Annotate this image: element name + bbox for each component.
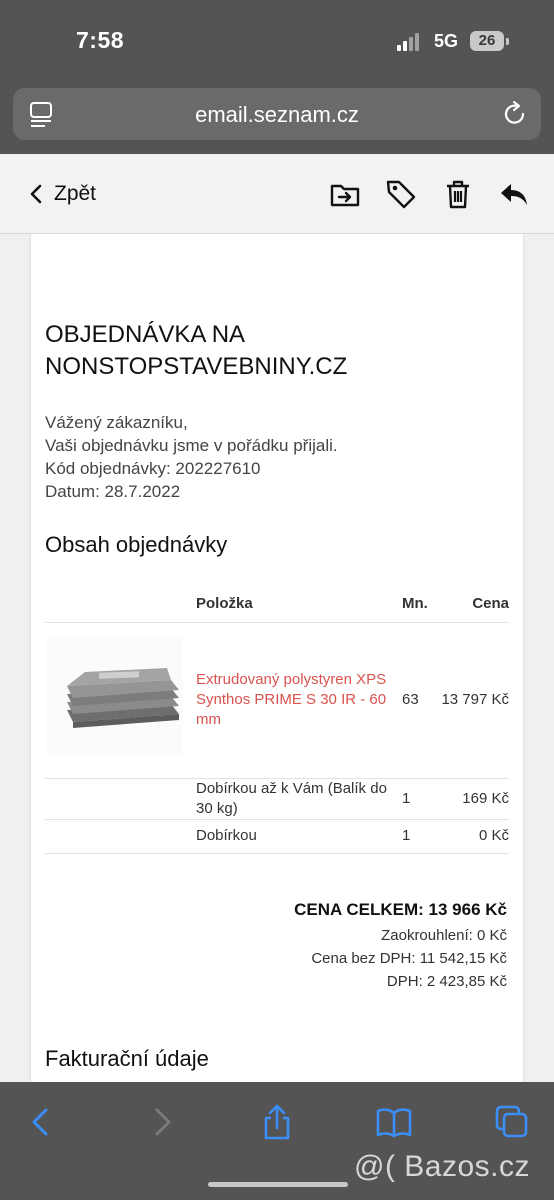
address-bar[interactable]: email.seznam.cz bbox=[13, 88, 541, 140]
column-header-price: Cena bbox=[472, 595, 509, 612]
section-title-order: Obsah objednávky bbox=[45, 532, 228, 557]
divider bbox=[45, 819, 509, 820]
confirmation-message: Vaši objednávku jsme v pořádku přijali. bbox=[45, 436, 338, 455]
row-price: 0 Kč bbox=[478, 827, 509, 844]
divider bbox=[45, 622, 509, 623]
column-header-item: Položka bbox=[196, 595, 253, 612]
section-title-billing: Fakturační údaje bbox=[45, 1046, 209, 1071]
network-type: 5G bbox=[434, 31, 459, 51]
chevron-left-icon bbox=[30, 184, 42, 204]
watermark: @( Bazos.cz bbox=[354, 1150, 530, 1183]
bookmarks-icon[interactable] bbox=[376, 1104, 412, 1140]
order-total: CENA CELKEM: 13 966 Kč bbox=[294, 900, 507, 919]
reload-icon[interactable] bbox=[502, 100, 528, 128]
status-time: 7:58 bbox=[76, 27, 125, 53]
battery-icon: 26 bbox=[470, 31, 504, 51]
row-item: Dobírkou až k Vám (Balík do 30 kg) bbox=[196, 780, 387, 817]
status-bar: 7:58 5G 26 bbox=[0, 0, 554, 84]
battery-cap bbox=[506, 38, 509, 45]
back-button[interactable]: Zpět bbox=[30, 180, 96, 208]
reply-icon[interactable] bbox=[498, 178, 530, 210]
row-qty: 63 bbox=[402, 691, 419, 708]
url-text[interactable]: email.seznam.cz bbox=[13, 102, 541, 128]
back-label: Zpět bbox=[54, 182, 97, 205]
forward-arrow-icon[interactable] bbox=[143, 1104, 179, 1140]
rounding: Zaokrouhlení: 0 Kč bbox=[381, 927, 507, 944]
order-code: Kód objednávky: 202227610 bbox=[45, 459, 261, 478]
email-title: OBJEDNÁVKA NA NONSTOPSTAVEBNINY.CZ bbox=[45, 321, 348, 380]
tabs-icon[interactable] bbox=[494, 1104, 530, 1140]
order-date: Datum: 28.7.2022 bbox=[45, 482, 181, 501]
back-arrow-icon[interactable] bbox=[24, 1104, 60, 1140]
vat-amount: DPH: 2 423,85 Kč bbox=[386, 973, 507, 990]
signal-icon bbox=[397, 33, 425, 51]
greeting-block: Vážený zákazníku, Vaši objednávku jsme v… bbox=[45, 411, 338, 503]
divider bbox=[45, 853, 509, 854]
row-price: 13 797 Kč bbox=[441, 691, 509, 708]
price-without-vat: Cena bez DPH: 11 542,15 Kč bbox=[311, 950, 507, 967]
move-to-folder-icon[interactable] bbox=[329, 178, 361, 210]
product-link[interactable]: Extrudovaný polystyren XPS Synthos PRIME… bbox=[196, 670, 401, 730]
mail-toolbar: Zpět bbox=[0, 154, 554, 234]
column-header-qty: Mn. bbox=[402, 595, 428, 612]
row-item: Dobírkou bbox=[196, 827, 257, 844]
home-indicator[interactable] bbox=[208, 1182, 348, 1187]
trash-icon[interactable] bbox=[442, 178, 474, 210]
row-price: 169 Kč bbox=[462, 790, 509, 807]
email-body: OBJEDNÁVKA NA NONSTOPSTAVEBNINY.CZ Vážen… bbox=[31, 234, 523, 1082]
row-qty: 1 bbox=[402, 827, 411, 844]
share-icon[interactable] bbox=[259, 1104, 295, 1140]
row-qty: 1 bbox=[402, 790, 411, 807]
tag-icon[interactable] bbox=[385, 178, 417, 210]
email-viewport: OBJEDNÁVKA NA NONSTOPSTAVEBNINY.CZ Vážen… bbox=[0, 234, 554, 1082]
greeting: Vážený zákazníku, bbox=[45, 413, 188, 432]
product-image[interactable] bbox=[47, 638, 183, 754]
